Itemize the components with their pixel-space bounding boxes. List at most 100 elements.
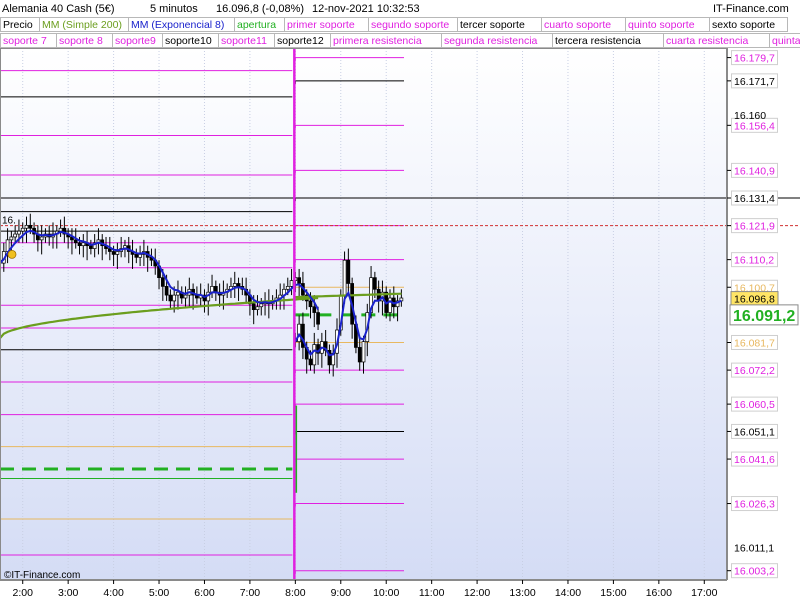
- datetime-label: 12-nov-2021 10:32:53: [312, 3, 420, 15]
- candle-body: [40, 237, 43, 240]
- time-tick-label: 9:00: [331, 587, 352, 599]
- legend-item-label: soporte10: [165, 35, 212, 47]
- legend-item-label: Precio: [3, 19, 33, 31]
- legend-item-label: primer soporte: [287, 19, 355, 31]
- candle-body: [252, 304, 255, 310]
- legend-item-label: sexto soporte: [712, 19, 775, 31]
- legend-item-label: apertura: [237, 19, 276, 31]
- candle-body: [317, 313, 320, 325]
- price-label: 16.140,9: [734, 165, 775, 177]
- candle-body: [184, 295, 187, 298]
- candle-body: [29, 225, 32, 228]
- legend-item-label: segunda resistencia: [444, 35, 538, 47]
- candle-body: [358, 347, 361, 362]
- last-price-label: 16.096,8: [734, 294, 775, 306]
- legend-item-label: primera resistencia: [333, 35, 422, 47]
- candle-body: [14, 234, 17, 237]
- candle-body: [286, 286, 289, 289]
- time-tick-label: 6:00: [194, 587, 215, 599]
- candle-body: [139, 254, 142, 257]
- time-tick-label: 12:00: [464, 587, 490, 599]
- candle-body: [169, 295, 172, 301]
- time-tick-label: 14:00: [555, 587, 581, 599]
- candle-body: [343, 260, 346, 295]
- time-tick-label: 4:00: [103, 587, 124, 599]
- legend-item-label: tercer soporte: [460, 19, 525, 31]
- candle-body: [298, 324, 301, 341]
- price-label: 16.051,1: [734, 426, 775, 438]
- legend-item-label: soporte11: [221, 35, 267, 47]
- candle-body: [78, 243, 81, 246]
- candle-body: [290, 281, 293, 287]
- legend-item-label: soporte12: [277, 35, 324, 47]
- legend-item-label: cuarta resistencia: [666, 35, 748, 47]
- price-label: 16.081,7: [734, 337, 775, 349]
- legend-item-label: soporte9: [115, 35, 156, 47]
- price-label: 16.121,9: [734, 221, 775, 233]
- price-mark-label: 16.: [2, 215, 16, 226]
- candle-body: [116, 251, 119, 254]
- price-label: 16.156,4: [734, 120, 775, 132]
- opening-price-label: 16.091,2: [733, 308, 795, 325]
- price-tick-label: 16.011,1: [734, 543, 774, 555]
- timeframe-label: 5 minutos: [150, 3, 198, 15]
- time-tick-label: 2:00: [13, 587, 34, 599]
- candle-body: [313, 345, 316, 365]
- candle-body: [233, 283, 236, 286]
- time-tick-label: 17:00: [691, 587, 717, 599]
- candle-body: [176, 292, 179, 295]
- candle-body: [347, 260, 350, 283]
- legend-row-2: soporte 7soporte 8soporte9soporte10sopor…: [1, 34, 800, 48]
- time-tick-label: 8:00: [285, 587, 306, 599]
- candle-body: [309, 301, 312, 307]
- legend-item-label: MM (Exponencial 8): [131, 19, 224, 31]
- time-tick-label: 7:00: [240, 587, 261, 599]
- price-chart: 16. 16.179,7 16.171,7 16.156,4 16.140,9 16.1…: [0, 0, 800, 600]
- legend-item-label: segundo soporte: [371, 19, 449, 31]
- candle-body: [298, 278, 301, 284]
- candle-body: [89, 246, 92, 249]
- time-tick-label: 5:00: [149, 587, 170, 599]
- time-tick-label: 10:00: [373, 587, 399, 599]
- time-tick-label: 11:00: [419, 587, 445, 599]
- legend-item-label: cuarto soporte: [544, 19, 611, 31]
- candle-body: [165, 286, 168, 295]
- candle-body: [59, 228, 62, 231]
- legend-item-label: MM (Simple 200): [42, 19, 122, 31]
- candle-body: [21, 228, 24, 231]
- candle-body: [82, 243, 85, 246]
- price-label: 16.041,6: [734, 454, 775, 466]
- legend-item-label: soporte 8: [59, 35, 103, 47]
- price-label: 16.110,2: [734, 255, 774, 267]
- time-tick-label: 16:00: [646, 587, 672, 599]
- candle-body: [25, 225, 28, 228]
- time-tick-label: 15:00: [600, 587, 626, 599]
- price-label: 16.072,2: [734, 365, 775, 377]
- last-change-label: 16.096,8 (-0,08%): [216, 3, 304, 15]
- candle-body: [256, 307, 259, 310]
- candle-body: [313, 307, 316, 313]
- candle-body: [10, 237, 13, 240]
- price-label: 16.060,5: [734, 399, 775, 411]
- candle-body: [237, 283, 240, 286]
- price-label: 16.026,3: [734, 499, 775, 511]
- price-label: 16.131,4: [734, 193, 775, 205]
- candle-body: [211, 286, 214, 292]
- price-label: 16.179,7: [734, 53, 775, 65]
- candle-body: [74, 240, 77, 243]
- candle-body: [373, 278, 376, 290]
- price-label: 16.171,7: [734, 76, 775, 88]
- candle-body: [161, 278, 164, 287]
- candle-body: [260, 304, 263, 307]
- time-tick-label: 13:00: [509, 587, 535, 599]
- time-tick-label: 3:00: [58, 587, 79, 599]
- candle-body: [17, 231, 20, 234]
- candle-body: [309, 359, 312, 365]
- legend-item-label: quinto soporte: [628, 19, 695, 31]
- legend-item-label: quinta resistencia: [772, 35, 800, 47]
- candle-body: [362, 342, 365, 362]
- brand-label: IT-Finance.com: [713, 3, 789, 15]
- candle-body: [135, 254, 138, 257]
- chart-window: 16. 16.179,7 16.171,7 16.156,4 16.140,9 16.1…: [0, 0, 800, 600]
- candle-body: [173, 295, 176, 301]
